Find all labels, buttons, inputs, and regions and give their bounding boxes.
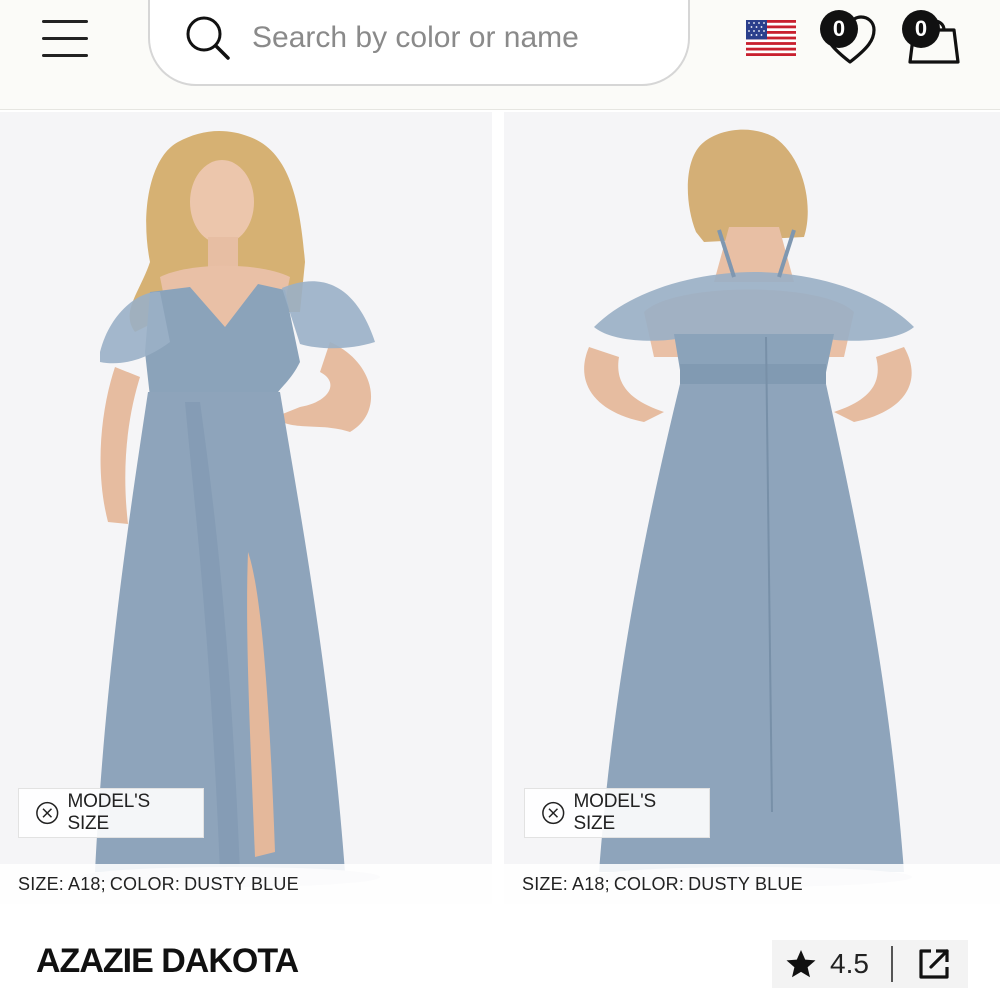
size-value: A18; — [68, 873, 106, 894]
menu-button[interactable] — [40, 20, 90, 58]
size-label: SIZE: — [18, 873, 65, 894]
menu-bar — [42, 20, 88, 23]
color-label: COLOR: — [109, 873, 181, 894]
size-label: SIZE: — [522, 873, 569, 894]
size-value: A18; — [572, 873, 610, 894]
close-circle-icon[interactable] — [541, 800, 566, 826]
close-circle-icon[interactable] — [35, 800, 60, 826]
share-external-icon[interactable] — [915, 945, 953, 983]
star-icon[interactable] — [784, 947, 818, 981]
us-flag-icon[interactable] — [746, 20, 796, 56]
product-title: AZAZIE DAKOTA — [36, 942, 299, 980]
product-gallery[interactable]: MODEL'S SIZE SIZE: A18; COLOR: DUSTY BLU… — [0, 112, 1000, 904]
site-header: 0 0 — [0, 0, 1000, 110]
wishlist-count-badge: 0 — [820, 10, 858, 48]
menu-bar — [42, 54, 88, 57]
models-size-chip[interactable]: MODEL'S SIZE — [18, 788, 204, 838]
product-photo-back[interactable]: MODEL'S SIZE SIZE: A18; COLOR: DUSTY BLU… — [504, 112, 1000, 904]
color-value: DUSTY BLUE — [688, 873, 803, 894]
search-icon[interactable] — [184, 14, 232, 62]
models-size-label: MODEL'S SIZE — [67, 791, 151, 834]
wishlist-button[interactable]: 0 — [818, 8, 882, 68]
size-color-info: SIZE: A18; COLOR: DUSTY BLUE — [504, 864, 1000, 904]
color-label: COLOR: — [613, 873, 685, 894]
product-photo-front[interactable]: MODEL'S SIZE SIZE: A18; COLOR: DUSTY BLU… — [0, 112, 492, 904]
search-bar[interactable] — [148, 0, 690, 86]
size-color-info: SIZE: A18; COLOR: DUSTY BLUE — [0, 864, 492, 904]
color-value: DUSTY BLUE — [184, 873, 299, 894]
cart-count-badge: 0 — [902, 10, 940, 48]
search-input[interactable] — [252, 21, 652, 55]
models-size-label: MODEL'S SIZE — [573, 791, 657, 834]
rating-share-bar: 4.5 — [772, 940, 968, 988]
menu-bar — [42, 37, 88, 40]
models-size-chip[interactable]: MODEL'S SIZE — [524, 788, 710, 838]
divider — [890, 946, 893, 982]
model-front-image — [0, 112, 492, 904]
cart-button[interactable]: 0 — [900, 8, 964, 68]
rating-value[interactable]: 4.5 — [830, 948, 869, 980]
model-back-image — [504, 112, 1000, 904]
